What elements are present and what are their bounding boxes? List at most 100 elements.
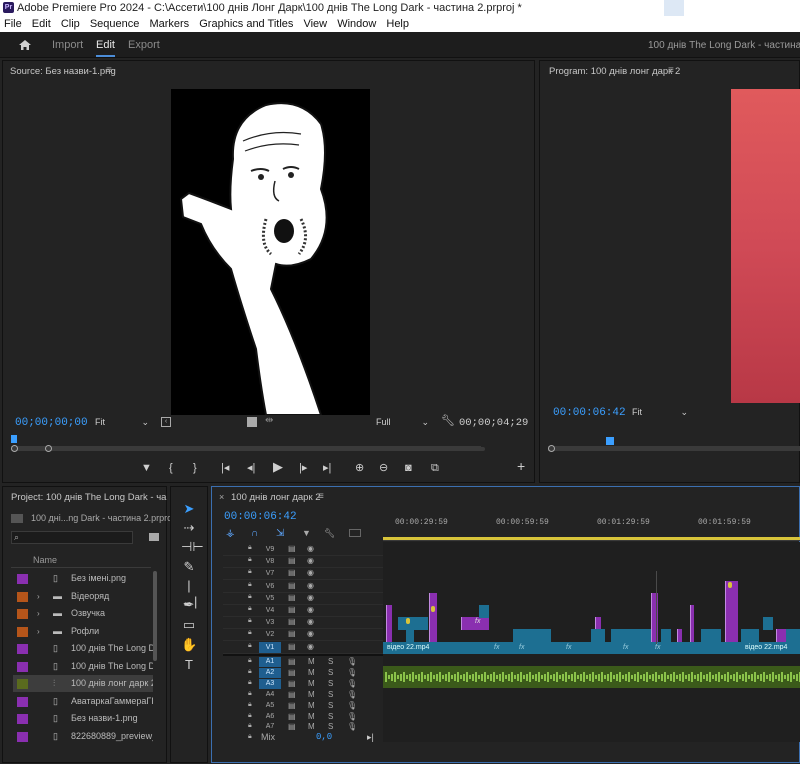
panel-menu-icon[interactable]: ≡ <box>106 65 112 76</box>
add-marker-icon[interactable]: ▼ <box>141 462 152 474</box>
lock-icon[interactable]: 🔒︎ <box>248 701 252 709</box>
audio-toggle-icon[interactable]: ▤ <box>288 679 296 688</box>
mic-icon[interactable]: 🎙︎ <box>347 657 357 666</box>
track-label-v7[interactable]: V7 <box>259 568 281 579</box>
eye-icon[interactable]: ◉ <box>307 605 314 614</box>
new-bin-icon[interactable] <box>149 533 159 541</box>
video-clip[interactable] <box>701 629 721 642</box>
film-toggle-icon[interactable]: ▤ <box>288 581 296 590</box>
rectangle-tool-icon[interactable]: ▭ <box>181 617 197 633</box>
button-editor-icon[interactable]: ⧉ <box>431 462 439 474</box>
insert-icon[interactable]: ⊕ <box>355 462 364 474</box>
source-zoom-scrollbar[interactable] <box>11 447 485 451</box>
lock-icon[interactable]: 🔒︎ <box>248 605 252 613</box>
step-forward-icon[interactable]: |▸ <box>299 462 307 474</box>
mark-out-icon[interactable]: } <box>193 462 197 474</box>
panel-menu-icon[interactable]: ≡ <box>668 65 674 76</box>
lock-icon[interactable]: 🔒︎ <box>248 690 252 698</box>
project-item[interactable]: ▯ 100 днів The Long Dar <box>13 640 153 657</box>
mute-button[interactable]: M <box>308 701 315 710</box>
timeline-settings-icon[interactable]: 🔧︎ <box>324 528 335 539</box>
menu-view[interactable]: View <box>303 18 327 30</box>
expand-chevron-icon[interactable]: › <box>37 588 40 605</box>
overwrite-icon[interactable]: ⊖ <box>379 462 388 474</box>
eye-icon[interactable]: ◉ <box>307 544 314 553</box>
video-clip[interactable] <box>651 593 658 642</box>
program-time-ruler[interactable] <box>548 433 800 447</box>
timeline-tab[interactable]: 100 днів лонг дарк 2 <box>231 492 321 503</box>
track-label-a4[interactable]: A4 <box>259 690 281 700</box>
play-icon[interactable]: ▶ <box>273 460 283 473</box>
video-clip[interactable] <box>513 629 543 642</box>
menu-clip[interactable]: Clip <box>61 18 80 30</box>
lock-icon[interactable]: 🔒︎ <box>248 593 252 601</box>
film-toggle-icon[interactable]: ▤ <box>288 642 296 651</box>
mute-button[interactable]: M <box>308 690 315 699</box>
project-item[interactable]: ▯ АватаркаГаммераГІФ.g <box>13 693 153 710</box>
source-timecode[interactable]: 00;00;00;00 <box>15 417 88 429</box>
ripple-edit-icon[interactable]: ⊣⊢ <box>181 539 204 555</box>
eye-icon[interactable]: ◉ <box>307 629 314 638</box>
mic-icon[interactable]: 🎙︎ <box>347 690 357 699</box>
mute-button[interactable]: M <box>308 722 315 731</box>
video-clip[interactable] <box>611 629 651 642</box>
timeline-timecode[interactable]: 00:00:06:42 <box>224 511 297 523</box>
lock-icon[interactable]: 🔒︎ <box>248 679 252 687</box>
solo-button[interactable]: S <box>328 701 333 710</box>
project-item[interactable]: ⫶ 100 днів лонг дарк 2 <box>13 675 153 692</box>
menu-markers[interactable]: Markers <box>149 18 189 30</box>
mark-in-icon[interactable]: { <box>169 462 173 474</box>
video-clip[interactable] <box>786 629 800 642</box>
drag-video-icon[interactable]: ⇹ <box>265 415 273 426</box>
film-toggle-icon[interactable]: ▤ <box>288 593 296 602</box>
work-area-bar[interactable] <box>383 537 800 540</box>
menu-file[interactable]: File <box>4 18 22 30</box>
slip-tool-icon[interactable]: |↔| <box>181 578 197 609</box>
video-clip[interactable] <box>677 629 682 642</box>
step-back-icon[interactable]: ◂| <box>247 462 255 474</box>
lock-icon[interactable]: 🔒︎ <box>248 722 252 730</box>
eye-icon[interactable]: ◉ <box>307 568 314 577</box>
project-item[interactable]: ▯ 100 днів The Long Dar <box>13 658 153 675</box>
solo-button[interactable]: S <box>328 668 333 677</box>
source-playhead[interactable] <box>11 435 17 443</box>
track-label-v2[interactable]: V2 <box>259 629 281 640</box>
lock-icon[interactable]: 🔒︎ <box>248 668 252 676</box>
mute-button[interactable]: M <box>308 679 315 688</box>
mute-button[interactable]: M <box>308 712 315 721</box>
mic-icon[interactable]: 🎙︎ <box>347 679 357 688</box>
audio-toggle-icon[interactable]: ▤ <box>288 701 296 710</box>
overlay-icon[interactable] <box>247 417 257 427</box>
expand-chevron-icon[interactable]: › <box>37 623 40 640</box>
video-clip[interactable] <box>429 593 437 642</box>
track-label-v5[interactable]: V5 <box>259 593 281 604</box>
go-to-in-icon[interactable]: |◂ <box>221 462 229 474</box>
track-label-a6[interactable]: A6 <box>259 712 281 722</box>
video-clip[interactable] <box>725 581 738 642</box>
program-panel-title[interactable]: Program: 100 днів лонг дарк 2 <box>549 66 680 77</box>
solo-button[interactable]: S <box>328 657 333 666</box>
linked-selection-icon[interactable]: ⇲ <box>276 528 284 539</box>
v1-clip[interactable] <box>383 642 800 654</box>
lock-icon[interactable]: 🔒︎ <box>248 544 252 552</box>
lock-icon[interactable]: 🔒︎ <box>248 568 252 576</box>
solo-button[interactable]: S <box>328 712 333 721</box>
video-clip[interactable] <box>386 605 392 642</box>
track-label-v4[interactable]: V4 <box>259 605 281 616</box>
track-label-v6[interactable]: V6 <box>259 581 281 592</box>
tab-export[interactable]: Export <box>128 39 160 51</box>
lock-icon[interactable]: 🔒︎ <box>248 617 252 625</box>
track-label-a7[interactable]: A7 <box>259 722 281 732</box>
project-search-input[interactable]: ⌕ <box>11 531 133 544</box>
source-zoom-select[interactable]: Fit ⌄ <box>91 416 151 429</box>
track-label-v8[interactable]: V8 <box>259 556 281 567</box>
mix-value[interactable]: 0,0 <box>316 732 332 742</box>
audio-clip[interactable] <box>383 666 800 688</box>
mic-icon[interactable]: 🎙︎ <box>347 712 357 721</box>
panel-menu-icon[interactable]: ≡ <box>318 491 324 502</box>
lock-icon[interactable]: 🔒︎ <box>248 642 252 650</box>
project-item[interactable]: › ▬ Відеоряд <box>13 588 153 605</box>
close-tab-icon[interactable]: × <box>219 492 224 502</box>
audio-toggle-icon[interactable]: ▤ <box>288 722 296 731</box>
film-toggle-icon[interactable]: ▤ <box>288 544 296 553</box>
